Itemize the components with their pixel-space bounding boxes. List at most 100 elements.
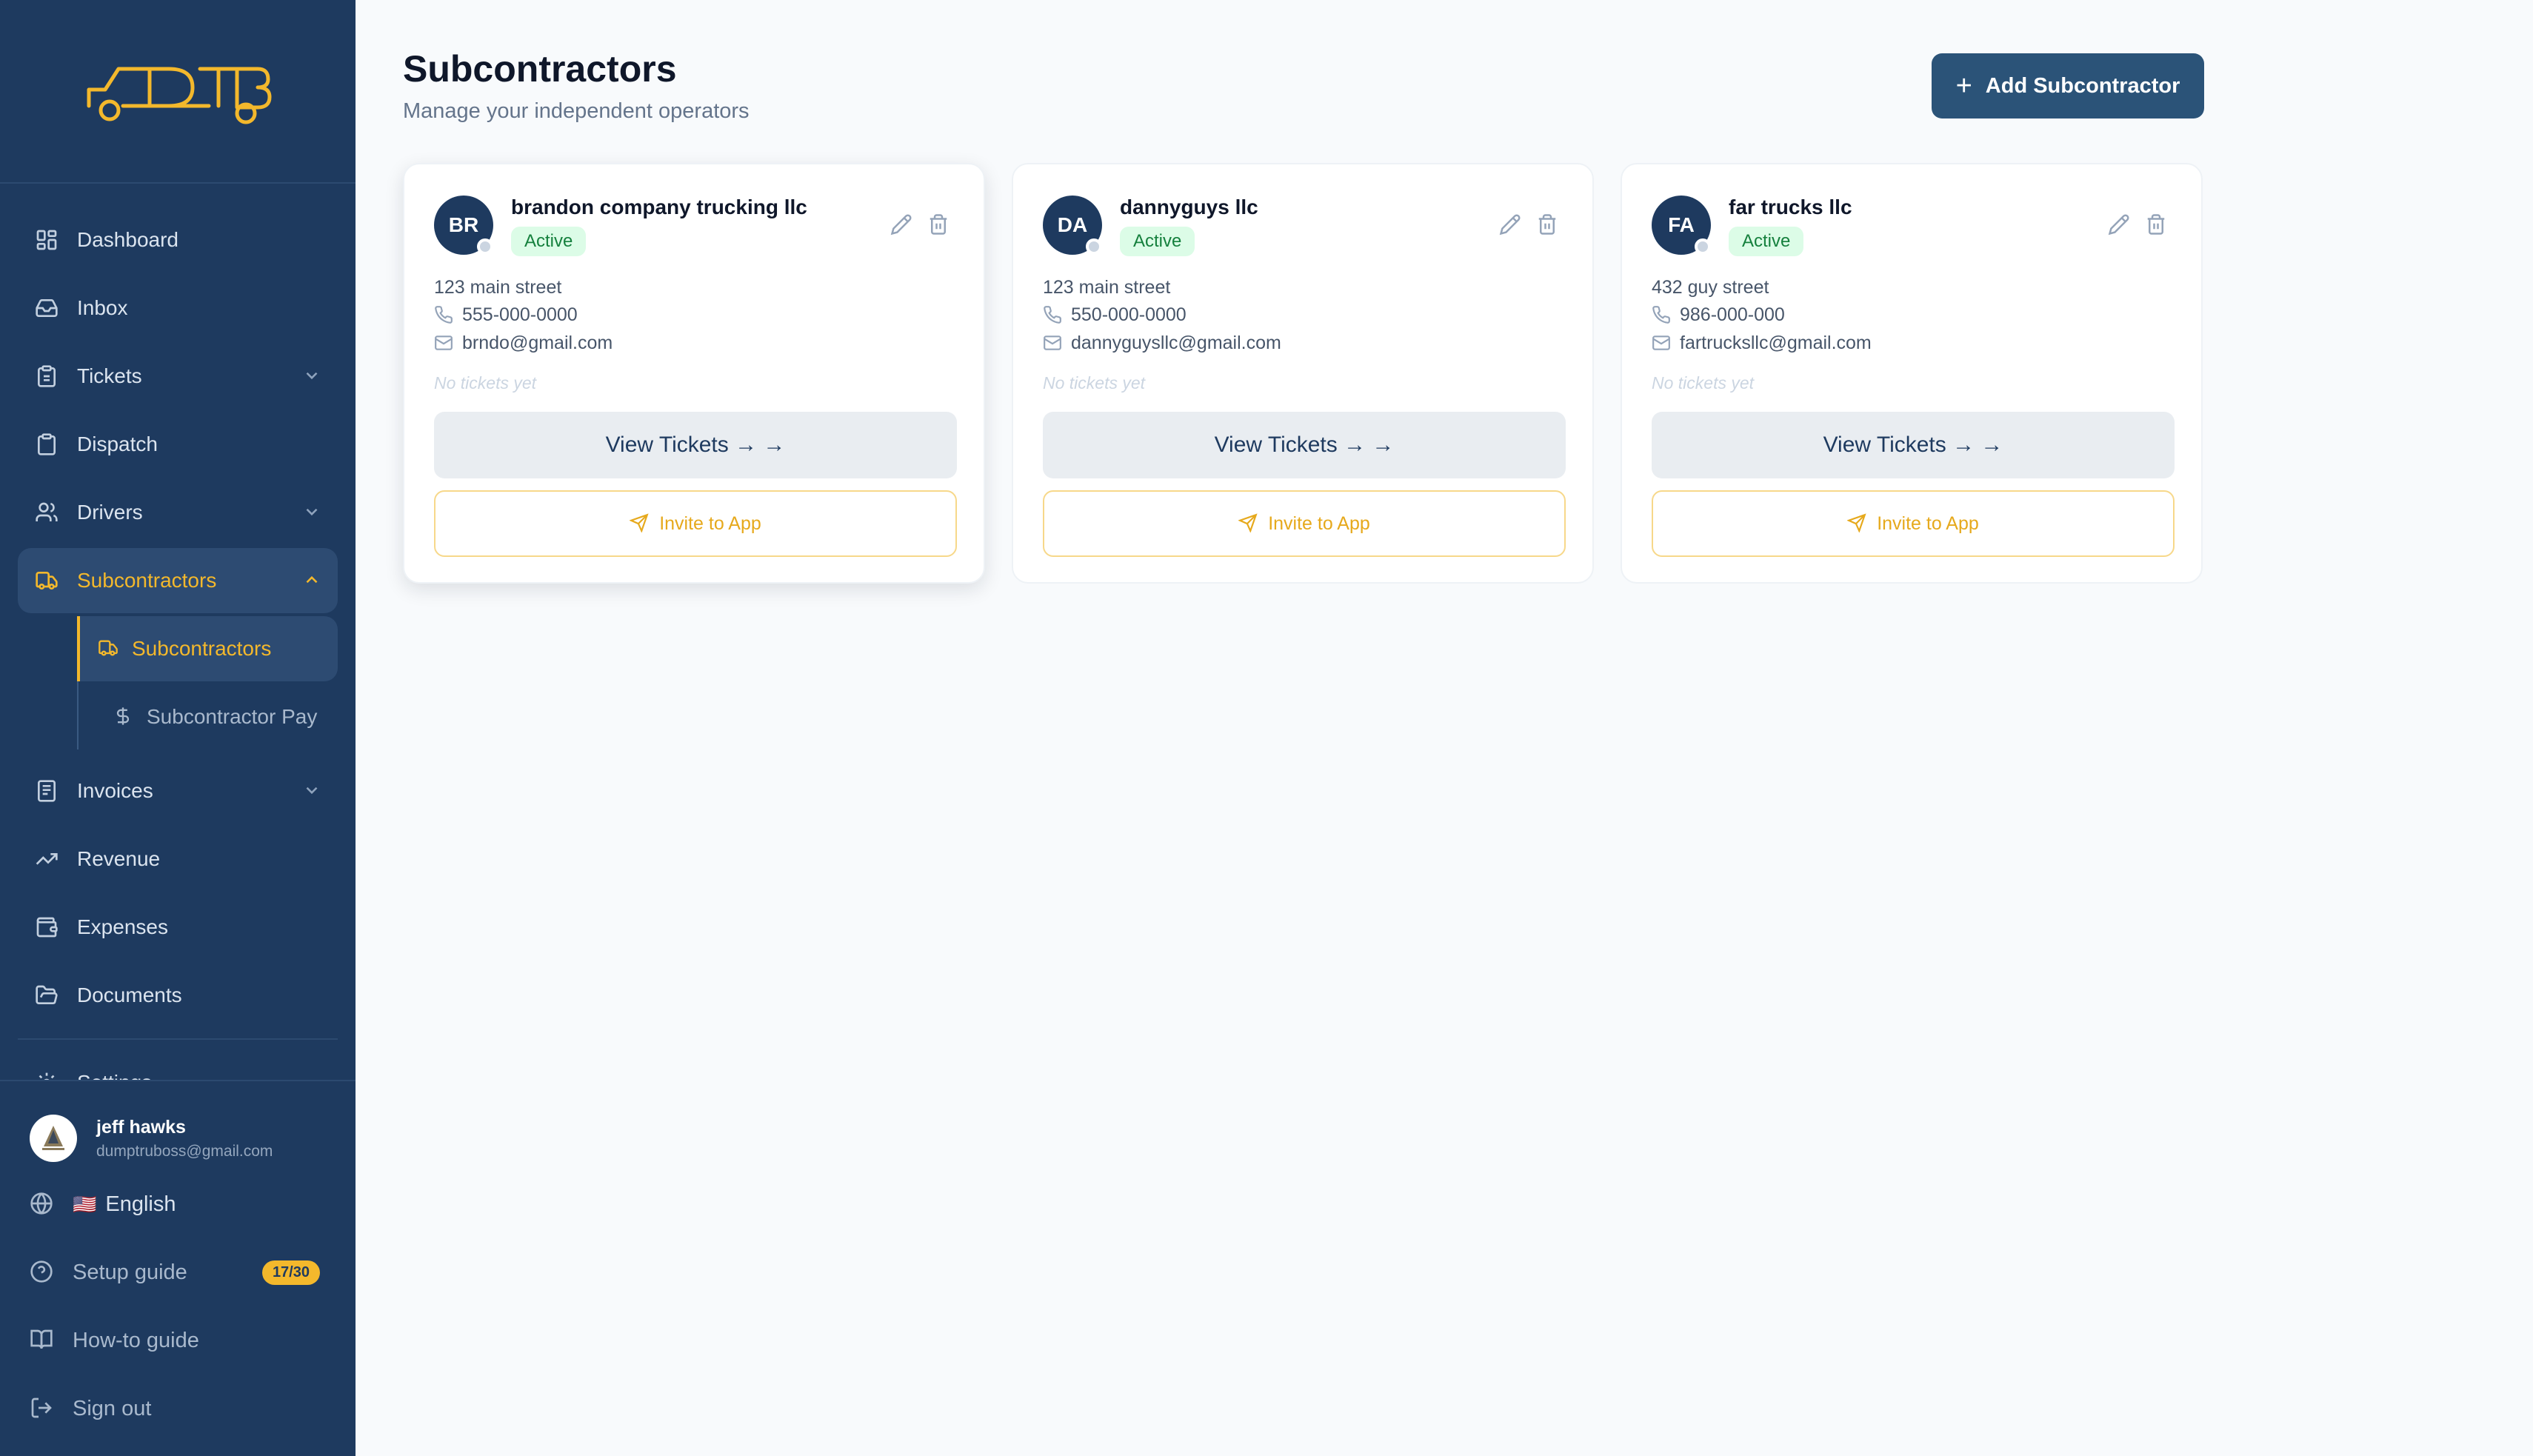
sidebar-item-subcontractors[interactable]: Subcontractors [18, 548, 338, 613]
sidebar-item-revenue[interactable]: Revenue [18, 826, 338, 892]
avatar [30, 1115, 77, 1162]
user-email: dumptruboss@gmail.com [96, 1142, 273, 1160]
howto-guide-label: How-to guide [73, 1328, 199, 1352]
add-subcontractor-button[interactable]: + Add Subcontractor [1932, 53, 2204, 118]
sidebar-item-label: Settings [77, 1071, 152, 1080]
sidebar-item-invoices[interactable]: Invoices [18, 758, 338, 824]
phone-icon [434, 305, 455, 326]
subcontractor-card[interactable]: DA dannyguys llc Active 123 main street … [1012, 163, 1594, 584]
subcontractor-name: brandon company trucking llc [511, 196, 807, 218]
user-profile[interactable]: jeff hawks dumptruboss@gmail.com [0, 1081, 356, 1170]
sidebar-item-dashboard[interactable]: Dashboard [18, 207, 338, 273]
sidebar-item-inbox[interactable]: Inbox [18, 275, 338, 341]
subcontractor-card[interactable]: FA far trucks llc Active 432 guy street … [1621, 163, 2203, 584]
email-text: brndo@gmail.com [462, 333, 613, 353]
clipboard-list-icon [34, 432, 59, 457]
sidebar-subitem-subcontractors[interactable]: Subcontractors [77, 616, 338, 681]
receipt-icon [34, 778, 59, 804]
sidebar-footer: jeff hawks dumptruboss@gmail.com 🇺🇸 Engl… [0, 1080, 356, 1456]
address-text: 432 guy street [1652, 277, 1769, 298]
dump-truck-logo-icon [87, 67, 272, 124]
sidebar-item-label: Expenses [77, 915, 168, 938]
phone-text: 555-000-0000 [462, 304, 578, 325]
delete-button[interactable] [1536, 213, 1561, 238]
user-name: jeff hawks [96, 1116, 186, 1138]
sidebar-item-label: Tickets [77, 364, 142, 387]
invite-label: Invite to App [1877, 512, 1979, 534]
view-tickets-button[interactable]: View Tickets → → [1043, 412, 1566, 478]
send-icon [1238, 513, 1259, 534]
edit-button[interactable] [1499, 213, 1524, 238]
setup-progress-badge: 17/30 [261, 1260, 320, 1285]
page-title: Subcontractors [403, 48, 677, 90]
grid-icon [34, 227, 59, 253]
tickets-summary: No tickets yet [1652, 373, 1755, 393]
chevron-down-icon [302, 781, 321, 800]
folder-open-icon [34, 983, 59, 1008]
sidebar-item-label: Dispatch [77, 433, 158, 455]
delete-button[interactable] [927, 213, 952, 238]
page-subtitle: Manage your independent operators [403, 99, 750, 123]
sidebar-item-tickets[interactable]: Tickets [18, 344, 338, 409]
mail-icon [1043, 333, 1064, 354]
setup-guide-label: Setup guide [73, 1260, 187, 1284]
phone-icon [1043, 305, 1064, 326]
sidebar-item-label: Documents [77, 984, 182, 1006]
send-icon [629, 513, 650, 534]
language-selector[interactable]: 🇺🇸 English [0, 1170, 356, 1238]
delete-button[interactable] [2145, 213, 2170, 238]
tickets-summary: No tickets yet [1043, 373, 1146, 393]
howto-guide-link[interactable]: How-to guide [0, 1306, 356, 1375]
sidebar-item-settings[interactable]: Settings [18, 1050, 338, 1080]
view-tickets-button[interactable]: View Tickets → → [1652, 412, 2175, 478]
edit-button[interactable] [2108, 213, 2133, 238]
sidebar-item-label: Inbox [77, 296, 128, 319]
address-text: 123 main street [1043, 277, 1171, 298]
email-line: fartrucksllc@gmail.com [1652, 333, 1872, 354]
logo[interactable] [0, 0, 356, 184]
subcontractor-name: dannyguys llc [1120, 196, 1258, 218]
trending-up-icon [34, 846, 59, 872]
sidebar-item-label: Revenue [77, 847, 161, 870]
invite-to-app-button[interactable]: Invite to App [1043, 490, 1566, 557]
sidebar-item-documents[interactable]: Documents [18, 963, 338, 1028]
subcontractor-card[interactable]: BR brandon company trucking llc Active 1… [403, 163, 985, 584]
clipboard-icon [34, 364, 59, 389]
sidebar-item-label: Subcontractors [77, 569, 217, 592]
sidebar-item-label: Invoices [77, 779, 153, 802]
flag-icon: 🇺🇸 [73, 1192, 97, 1215]
subcontractors-submenu: Subcontractors Subcontractor Pay [61, 616, 338, 749]
sidebar-item-expenses[interactable]: Expenses [18, 895, 338, 960]
sidebar-subitem-label: Subcontractor Pay [147, 705, 318, 728]
users-icon [34, 500, 59, 525]
plus-icon: + [1955, 70, 1972, 101]
invite-label: Invite to App [659, 512, 761, 534]
edit-button[interactable] [890, 213, 915, 238]
address-text: 123 main street [434, 277, 562, 298]
phone-text: 986-000-000 [1680, 304, 1785, 325]
sidebar-subitem-subcontractor-pay[interactable]: Subcontractor Pay [77, 684, 338, 749]
chevron-up-icon [302, 570, 321, 590]
phone-line: 555-000-0000 [434, 304, 578, 326]
sidebar-item-label: Drivers [77, 501, 143, 524]
add-subcontractor-label: Add Subcontractor [1985, 73, 2180, 98]
book-open-icon [30, 1328, 55, 1353]
setup-guide-link[interactable]: Setup guide 17/30 [0, 1238, 356, 1306]
truck-icon [98, 638, 120, 660]
sign-out-label: Sign out [73, 1396, 152, 1420]
sidebar-item-dispatch[interactable]: Dispatch [18, 412, 338, 477]
sign-out-button[interactable]: Sign out [0, 1375, 356, 1443]
invite-to-app-button[interactable]: Invite to App [1652, 490, 2175, 557]
view-tickets-button[interactable]: View Tickets → → [434, 412, 957, 478]
chevron-down-icon [302, 366, 321, 385]
mail-icon [434, 333, 455, 354]
status-badge: Active [1729, 227, 1804, 256]
mail-icon [1652, 333, 1672, 354]
chevron-down-icon [302, 502, 321, 521]
company-logo-icon [42, 1126, 64, 1150]
email-text: dannyguysllc@gmail.com [1071, 333, 1281, 353]
sidebar-nav: Dashboard Inbox Tickets Dispatch Drivers… [18, 207, 338, 1080]
sidebar: Dashboard Inbox Tickets Dispatch Drivers… [0, 0, 356, 1456]
sidebar-item-drivers[interactable]: Drivers [18, 480, 338, 545]
invite-to-app-button[interactable]: Invite to App [434, 490, 957, 557]
